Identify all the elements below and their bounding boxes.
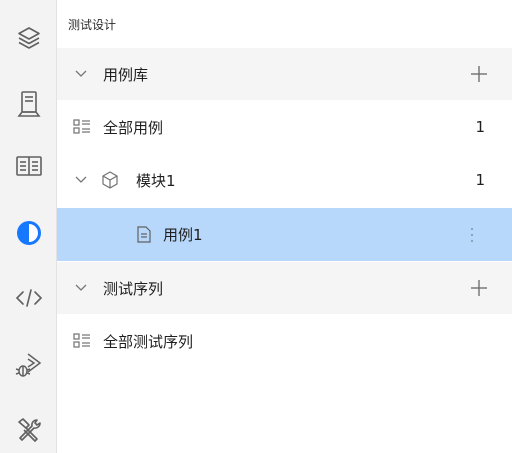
- contrast-icon[interactable]: [0, 213, 57, 253]
- device-icon[interactable]: [0, 84, 57, 124]
- more-actions-icon[interactable]: [469, 227, 475, 243]
- tree-item-label: 用例1: [163, 226, 203, 244]
- section-label: 用例库: [103, 65, 149, 84]
- section-label: 测试序列: [103, 279, 164, 298]
- section-test-sequence[interactable]: 测试序列: [57, 262, 512, 314]
- layers-icon[interactable]: [0, 18, 57, 58]
- add-case-icon[interactable]: [470, 65, 488, 83]
- document-icon: [137, 226, 151, 243]
- item-count: 1: [475, 118, 485, 136]
- bug-run-icon[interactable]: [0, 345, 57, 385]
- chevron-down-icon[interactable]: [74, 173, 88, 187]
- tree-item-all-cases[interactable]: 全部用例 1: [57, 102, 512, 152]
- tree-item-all-sequences[interactable]: 全部测试序列: [57, 316, 512, 366]
- cube-icon: [101, 171, 119, 189]
- chevron-down-icon[interactable]: [74, 281, 88, 295]
- list-icon: [73, 333, 91, 349]
- tools-icon[interactable]: [0, 410, 57, 450]
- tree-item-case[interactable]: 用例1: [57, 208, 512, 261]
- section-case-library[interactable]: 用例库: [57, 48, 512, 100]
- item-count: 1: [475, 171, 485, 189]
- tree-item-label: 全部测试序列: [103, 332, 194, 351]
- panel-title: 测试设计: [68, 18, 117, 32]
- chevron-down-icon[interactable]: [74, 67, 88, 81]
- add-sequence-icon[interactable]: [470, 279, 488, 297]
- tree-item-label: 全部用例: [103, 118, 164, 137]
- test-design-panel: 测试设计 用例库 全部用例 1 模块1 1 用例1 测试序列 全部测试序列: [57, 0, 512, 453]
- tree-item-label: 模块1: [136, 171, 176, 190]
- list-icon: [73, 119, 91, 135]
- book-icon[interactable]: [0, 146, 57, 186]
- tree-item-module[interactable]: 模块1 1: [57, 155, 512, 205]
- activity-bar: [0, 0, 57, 453]
- code-icon[interactable]: [0, 278, 57, 318]
